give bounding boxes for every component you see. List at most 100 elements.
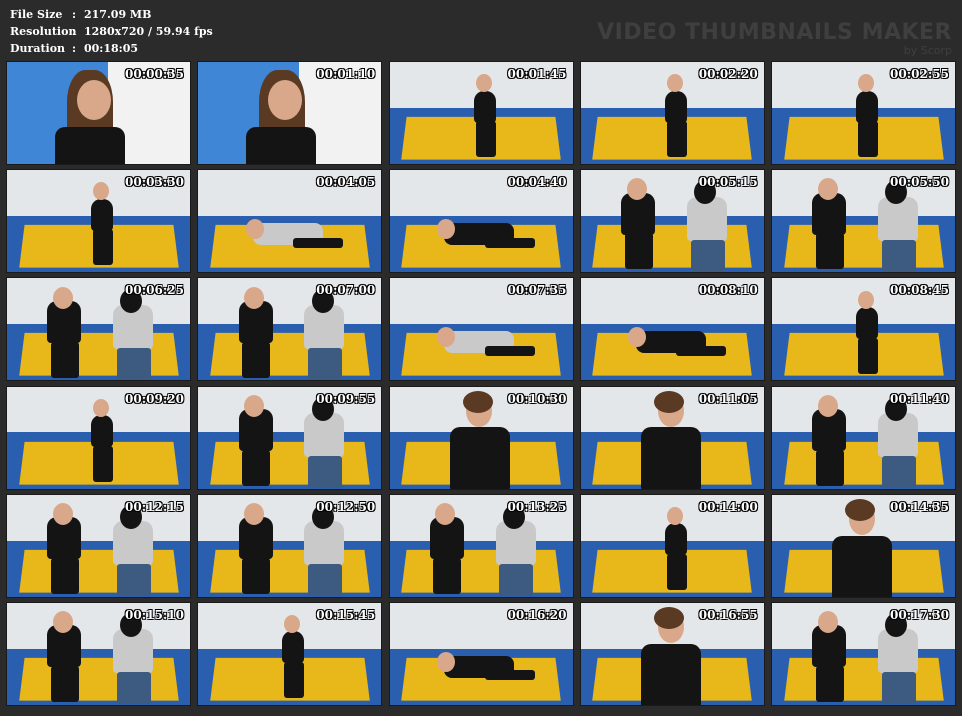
- video-thumbnail[interactable]: 00:00:35: [6, 61, 191, 165]
- video-thumbnail[interactable]: 00:01:10: [197, 61, 383, 165]
- resolution-value: 1280x720 / 59.94 fps: [84, 25, 213, 38]
- legs-shape: [484, 345, 535, 356]
- video-thumbnail[interactable]: 00:02:20: [579, 61, 765, 165]
- video-thumbnail[interactable]: 00:04:05: [197, 169, 383, 274]
- mat-shape: [18, 549, 179, 593]
- video-thumbnail[interactable]: 00:05:50: [771, 169, 956, 274]
- thumbnail-timestamp: 00:11:40: [890, 391, 949, 406]
- torso-shape: [54, 127, 125, 164]
- video-thumbnail[interactable]: 00:03:30: [6, 169, 191, 274]
- legs-shape: [116, 564, 151, 597]
- thumbnail-timestamp: 00:15:45: [316, 607, 376, 622]
- head-shape: [653, 390, 684, 413]
- head-shape: [817, 611, 838, 634]
- mat-shape: [18, 657, 179, 701]
- legs-shape: [858, 337, 878, 374]
- legs-shape: [624, 233, 653, 270]
- separator: :: [72, 25, 77, 38]
- video-thumbnail[interactable]: 00:08:45: [771, 277, 956, 382]
- thumbnail-timestamp: 00:04:40: [507, 175, 567, 190]
- thumbnail-timestamp: 00:17:30: [890, 607, 949, 622]
- video-thumbnail[interactable]: 00:17:30: [771, 601, 956, 706]
- video-thumbnail[interactable]: 00:05:15: [579, 169, 765, 274]
- legs-shape: [815, 449, 844, 486]
- video-thumbnail[interactable]: 00:16:20: [388, 601, 574, 706]
- video-thumbnail[interactable]: 00:04:40: [388, 169, 574, 274]
- thumbnail-timestamp: 00:16:20: [507, 607, 567, 622]
- video-thumbnail[interactable]: 00:14:35: [771, 493, 956, 598]
- head-shape: [462, 390, 493, 413]
- video-thumbnail[interactable]: 00:01:45: [388, 61, 574, 165]
- video-thumbnail[interactable]: 00:07:35: [388, 277, 574, 382]
- video-thumbnail[interactable]: 00:14:00: [579, 493, 765, 598]
- video-thumbnail[interactable]: 00:06:25: [6, 277, 191, 382]
- video-thumbnail[interactable]: 00:09:20: [6, 385, 191, 490]
- mat-shape: [210, 549, 370, 593]
- torso-shape: [856, 306, 879, 339]
- torso-shape: [664, 523, 687, 556]
- legs-shape: [666, 121, 687, 158]
- thumbnail-timestamp: 00:12:15: [125, 499, 184, 514]
- head-shape: [52, 286, 73, 309]
- legs-shape: [93, 229, 113, 266]
- head-shape: [817, 394, 838, 417]
- legs-shape: [499, 564, 534, 597]
- thumbnail-timestamp: 00:15:10: [125, 607, 184, 622]
- separator: :: [72, 42, 77, 55]
- video-thumbnail[interactable]: 00:07:00: [197, 277, 383, 382]
- legs-shape: [93, 445, 113, 482]
- head-shape: [52, 611, 73, 634]
- head-shape: [76, 80, 111, 121]
- mat-shape: [210, 333, 370, 376]
- thumbnail-timestamp: 00:11:05: [698, 391, 758, 406]
- video-thumbnail[interactable]: 00:02:55: [771, 61, 956, 165]
- head-shape: [244, 502, 264, 525]
- thumbnail-timestamp: 00:04:05: [316, 175, 376, 190]
- thumbnail-timestamp: 00:10:30: [507, 391, 567, 406]
- legs-shape: [308, 564, 343, 597]
- resolution-row: Resolution : 1280x720 / 59.94 fps: [10, 23, 213, 40]
- legs-shape: [881, 239, 916, 272]
- mat-shape: [401, 549, 561, 593]
- legs-shape: [881, 672, 916, 705]
- video-thumbnail[interactable]: 00:11:40: [771, 385, 956, 490]
- thumbnail-timestamp: 00:09:55: [316, 391, 376, 406]
- video-thumbnail[interactable]: 00:16:55: [579, 601, 765, 706]
- legs-shape: [308, 347, 343, 380]
- thumbnail-timestamp: 00:16:55: [698, 607, 758, 622]
- head-shape: [626, 178, 647, 201]
- legs-shape: [690, 239, 725, 272]
- legs-shape: [858, 121, 878, 158]
- thumbnail-timestamp: 00:13:25: [507, 499, 567, 514]
- torso-shape: [856, 90, 879, 123]
- video-thumbnail[interactable]: 00:10:30: [388, 385, 574, 490]
- mat-shape: [592, 225, 752, 268]
- legs-shape: [50, 557, 79, 594]
- video-thumbnail[interactable]: 00:15:10: [6, 601, 191, 706]
- video-thumbnail[interactable]: 00:15:45: [197, 601, 383, 706]
- video-thumbnail[interactable]: 00:12:50: [197, 493, 383, 598]
- head-shape: [475, 74, 492, 93]
- separator: :: [72, 8, 77, 21]
- file-size-value: 217.09 MB: [84, 8, 152, 21]
- file-size-label: File Size: [10, 8, 63, 21]
- legs-shape: [242, 449, 271, 486]
- head-shape: [666, 74, 683, 93]
- mat-shape: [783, 441, 944, 485]
- legs-shape: [433, 557, 462, 594]
- legs-shape: [484, 237, 535, 248]
- torso-shape: [641, 427, 702, 489]
- video-thumbnail[interactable]: 00:08:10: [579, 277, 765, 382]
- legs-shape: [242, 341, 271, 378]
- watermark-title: VIDEO THUMBNAILS MAKER: [597, 20, 952, 45]
- video-thumbnail[interactable]: 00:09:55: [197, 385, 383, 490]
- legs-shape: [484, 670, 535, 681]
- video-thumbnail[interactable]: 00:13:25: [388, 493, 574, 598]
- legs-shape: [50, 666, 79, 703]
- video-thumbnail[interactable]: 00:12:15: [6, 493, 191, 598]
- mat-shape: [18, 333, 179, 376]
- video-thumbnail[interactable]: 00:11:05: [579, 385, 765, 490]
- thumbnail-timestamp: 00:09:20: [125, 391, 184, 406]
- resolution-label: Resolution: [10, 25, 77, 38]
- legs-shape: [116, 347, 151, 380]
